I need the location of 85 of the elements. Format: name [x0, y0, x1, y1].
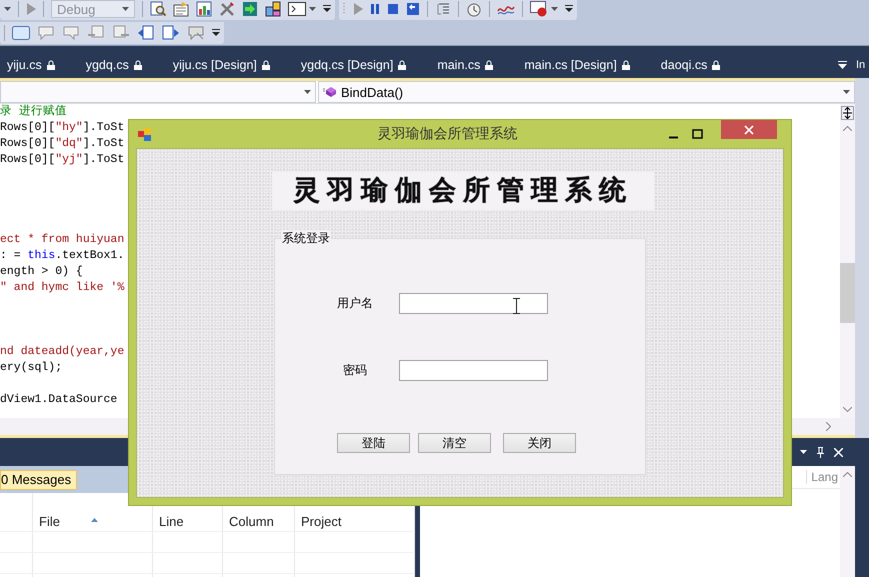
dialog-button[interactable]: 登陆 — [337, 433, 410, 453]
blocks-icon[interactable] — [265, 1, 281, 17]
dropdown-arrow-icon[interactable] — [304, 90, 311, 94]
lock-icon — [134, 60, 142, 70]
pause-icon[interactable] — [370, 3, 380, 15]
code-line: Rows[0]["dq"].ToSt — [0, 136, 124, 152]
lock-icon — [485, 60, 494, 70]
method-icon — [323, 86, 337, 98]
editor-tab[interactable]: yiju.cs — [7, 56, 55, 74]
close-icon[interactable] — [834, 448, 843, 456]
column-header[interactable]: File — [39, 514, 60, 529]
pin-icon[interactable] — [816, 446, 825, 458]
member-name: BindData() — [341, 84, 404, 100]
code-line: 录 进行赋值 — [0, 104, 67, 120]
overflow-icon[interactable] — [565, 5, 573, 13]
breakpoint-icon[interactable] — [530, 1, 548, 17]
column-header[interactable]: Project — [301, 514, 342, 529]
lock-icon — [46, 60, 55, 70]
split-icon[interactable] — [841, 106, 854, 120]
lock-icon — [262, 60, 270, 70]
code-line: Rows[0]["hy"].ToSt — [0, 120, 124, 136]
maximize-icon[interactable] — [692, 129, 703, 139]
scroll-thumb[interactable] — [840, 263, 855, 323]
messages-button[interactable]: 0 Messages — [0, 470, 78, 490]
code-line: ength > 0) { — [0, 264, 83, 280]
dialog-button[interactable]: 清空 — [418, 433, 491, 453]
input-field[interactable] — [399, 360, 548, 381]
lock-icon — [712, 60, 720, 70]
frame-icon[interactable] — [12, 26, 30, 40]
editor-tab[interactable]: ygdq.cs [Design] — [300, 56, 406, 74]
stopwatch-icon[interactable] — [466, 1, 482, 17]
vertical-scrollbar[interactable] — [840, 466, 855, 577]
column-header[interactable]: Column — [229, 514, 274, 529]
dropdown-arrow-icon[interactable] — [122, 7, 129, 11]
code-line: Rows[0]["yj"].ToSt — [0, 152, 124, 168]
lock-icon — [622, 60, 630, 70]
lock-icon — [398, 60, 406, 70]
stop-icon[interactable] — [387, 3, 399, 15]
tools-icon[interactable] — [219, 1, 235, 17]
code-line: ect * from huiyuan — [0, 232, 124, 248]
overflow-icon[interactable] — [212, 29, 220, 37]
banner-title: 灵羽瑜伽会所管理系统 — [272, 172, 654, 210]
code-line: ery(sql); — [0, 360, 62, 376]
arrow-icon[interactable] — [242, 1, 258, 17]
editor-tab[interactable]: ygdq.cs — [86, 56, 142, 74]
panel-title[interactable]: In — [855, 51, 869, 78]
window-title: 灵羽瑜伽会所管理系统 — [376, 125, 518, 143]
dropdown-arrow-icon[interactable] — [843, 90, 850, 94]
page-arrow-icon[interactable] — [137, 25, 155, 41]
restart-icon[interactable] — [406, 2, 420, 16]
code-line: : = this.textBox1. — [0, 248, 124, 264]
editor-tab[interactable]: main.cs — [437, 56, 494, 74]
vertical-scrollbar[interactable] — [840, 104, 855, 418]
caret-icon[interactable] — [4, 7, 11, 11]
scroll-up-icon[interactable] — [843, 472, 852, 477]
page-arrow-icon[interactable] — [162, 25, 180, 41]
dropdown-arrow-icon[interactable] — [800, 450, 807, 454]
scroll-down-icon[interactable] — [843, 407, 852, 412]
editor-tab[interactable]: daoqi.cs — [660, 56, 720, 74]
caret-icon[interactable] — [309, 7, 316, 11]
tab-list-icon[interactable] — [838, 60, 847, 68]
column-header[interactable]: Line — [159, 514, 184, 529]
speech-bubble-icon[interactable] — [187, 25, 205, 41]
dialog-button[interactable]: 关闭 — [503, 433, 576, 453]
close-icon — [744, 124, 754, 134]
app-icon — [138, 128, 152, 140]
editor-tab[interactable]: main.cs [Design] — [524, 56, 630, 74]
field-label: 用户名 — [336, 295, 374, 312]
caret-icon[interactable] — [551, 7, 558, 11]
close-button[interactable] — [721, 120, 777, 139]
code-line: nd dateadd(year,ye — [0, 344, 124, 360]
member-dropdown[interactable]: BindData() — [318, 81, 855, 103]
input-field[interactable] — [399, 293, 548, 314]
search-icon[interactable] — [150, 1, 166, 17]
code-line: dView1.DataSource — [0, 392, 118, 408]
overflow-icon[interactable] — [323, 5, 331, 13]
properties-icon[interactable] — [173, 1, 189, 17]
chart-icon[interactable] — [196, 1, 212, 17]
scroll-right-icon[interactable] — [826, 422, 831, 431]
text-cursor-icon — [513, 298, 520, 314]
field-label: 密码 — [342, 362, 368, 379]
scroll-up-icon[interactable] — [843, 126, 852, 131]
editor-tab[interactable]: yiju.cs [Design] — [172, 56, 270, 74]
code-line: " and hymc like '% — [0, 280, 124, 296]
console-icon[interactable] — [288, 2, 306, 16]
